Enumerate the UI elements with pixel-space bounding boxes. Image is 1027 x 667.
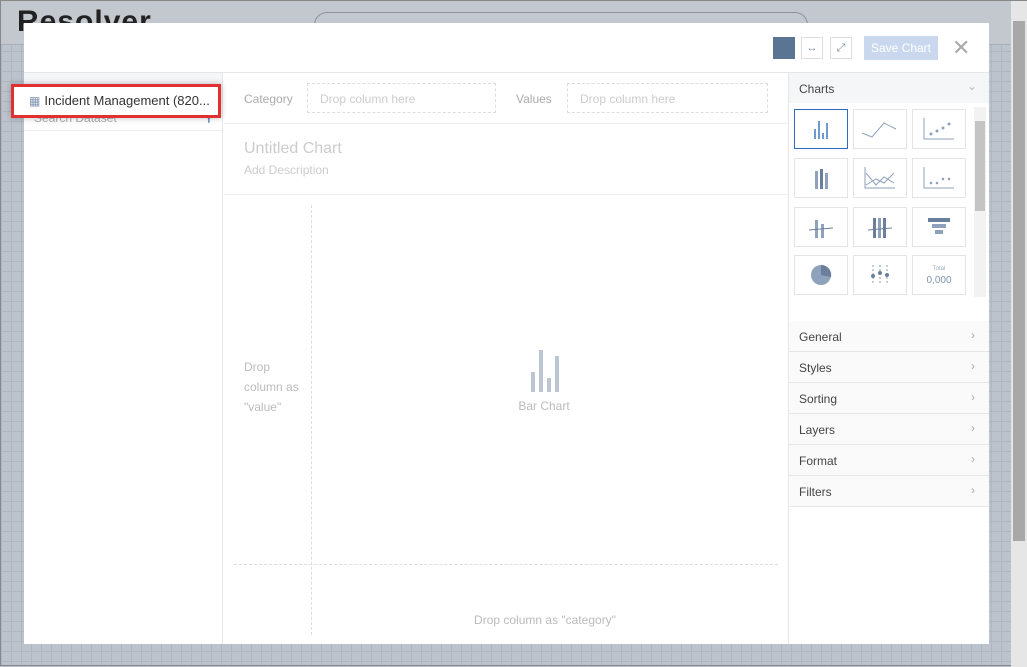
dataset-item-incident-management[interactable]: ▦ Incident Management (820...	[11, 84, 221, 118]
category-drop-zone[interactable]: Drop column here	[307, 83, 496, 113]
page-scrollbar[interactable]	[1011, 1, 1027, 667]
bar-chart-placeholder-icon	[531, 350, 559, 392]
chart-type-scatter[interactable]	[912, 109, 966, 149]
accordion-label: Styles	[799, 361, 832, 375]
values-label: Values	[516, 92, 552, 106]
color-swatch-button[interactable]	[773, 37, 795, 59]
chevron-right-icon: ›	[971, 421, 975, 435]
chart-type-stacked-combo[interactable]	[853, 206, 907, 247]
pie-chart-icon	[811, 265, 832, 286]
accordion-label: Format	[799, 454, 838, 468]
line-chart-icon	[861, 122, 897, 138]
category-label: Category	[244, 92, 293, 106]
accordion-layers[interactable]: Layers ›	[789, 414, 989, 445]
chart-type-bar[interactable]	[794, 109, 848, 149]
chart-description-input[interactable]: Add Description	[244, 163, 329, 177]
chart-type-grid: Total 0,000	[794, 109, 968, 299]
chart-type-area-line[interactable]	[853, 157, 907, 198]
close-icon[interactable]: ✕	[952, 35, 970, 61]
category-drop-zone-axis[interactable]: Drop column as "category"	[312, 613, 778, 627]
chart-type-stacked-bar[interactable]	[794, 157, 848, 198]
kpi-value: 0,000	[926, 275, 952, 287]
value-drop-zone[interactable]: Drop column as "value"	[244, 357, 306, 417]
accordion-general[interactable]: General ›	[789, 321, 989, 352]
table-icon: ▦	[29, 94, 41, 108]
combo-chart-icon	[809, 219, 833, 238]
scatter-chart-icon	[923, 118, 954, 140]
y-axis-divider	[311, 205, 312, 635]
fit-width-icon[interactable]: ↔	[801, 37, 823, 59]
charts-panel: Charts ⌄ Total 0,000 General › Styles › Sort…	[788, 73, 989, 644]
charts-scrollbar-thumb[interactable]	[975, 121, 985, 211]
chevron-right-icon: ›	[971, 483, 975, 497]
chart-canvas: Category Drop column here Values Drop co…	[224, 73, 788, 644]
dot-plot-icon	[923, 166, 954, 189]
chart-builder-modal: ↔ ⤢ Save Chart ✕ Data Search Dataset⚲ ▦I…	[11, 23, 989, 644]
bar-chart-icon	[814, 121, 828, 139]
stacked-combo-icon	[868, 217, 892, 238]
modal-header: ↔ ⤢ Save Chart ✕	[24, 23, 989, 73]
chart-type-funnel[interactable]	[912, 206, 966, 247]
chevron-right-icon: ›	[971, 390, 975, 404]
area-line-icon	[864, 166, 895, 189]
box-plot-icon	[871, 265, 889, 286]
accordion-label: Filters	[799, 485, 832, 499]
kpi-total-label: Total	[932, 266, 946, 273]
chevron-down-icon[interactable]: ⌄	[967, 79, 977, 93]
scrollbar-thumb[interactable]	[1013, 21, 1025, 541]
charts-title: Charts	[799, 82, 835, 96]
chart-title-area: Untitled Chart Add Description	[224, 123, 788, 195]
values-drop-zone[interactable]: Drop column here	[567, 83, 768, 113]
chart-type-label: Bar Chart	[518, 399, 570, 413]
chart-type-dot-plot[interactable]	[912, 157, 966, 198]
accordion-label: Layers	[799, 423, 836, 437]
accordion-filters[interactable]: Filters ›	[789, 476, 989, 507]
data-panel: Data Search Dataset⚲	[24, 73, 223, 644]
dataset-label: Incident Management (820...	[44, 93, 210, 108]
chart-type-total-kpi[interactable]: Total 0,000	[912, 255, 966, 296]
chart-type-line[interactable]	[853, 109, 907, 149]
chevron-right-icon: ›	[971, 328, 975, 342]
chart-type-pie[interactable]	[794, 255, 848, 296]
funnel-icon	[928, 217, 950, 234]
accordion-styles[interactable]: Styles ›	[789, 352, 989, 383]
chart-type-combo[interactable]	[794, 206, 848, 247]
accordion-format[interactable]: Format ›	[789, 445, 989, 476]
stacked-bar-icon	[815, 168, 828, 189]
chart-type-box-plot[interactable]	[853, 255, 907, 296]
accordion-label: Sorting	[799, 392, 838, 406]
charts-panel-header[interactable]: Charts ⌄	[789, 73, 989, 103]
fullscreen-icon[interactable]: ⤢	[830, 37, 852, 59]
charts-scrollbar[interactable]	[974, 107, 986, 297]
chevron-right-icon: ›	[971, 359, 975, 373]
save-chart-button[interactable]: Save Chart	[864, 36, 938, 60]
chart-title-input[interactable]: Untitled Chart	[244, 140, 342, 158]
x-axis-divider	[234, 564, 778, 565]
accordion-label: General	[799, 330, 842, 344]
accordion-sorting[interactable]: Sorting ›	[789, 383, 989, 414]
chevron-right-icon: ›	[971, 452, 975, 466]
